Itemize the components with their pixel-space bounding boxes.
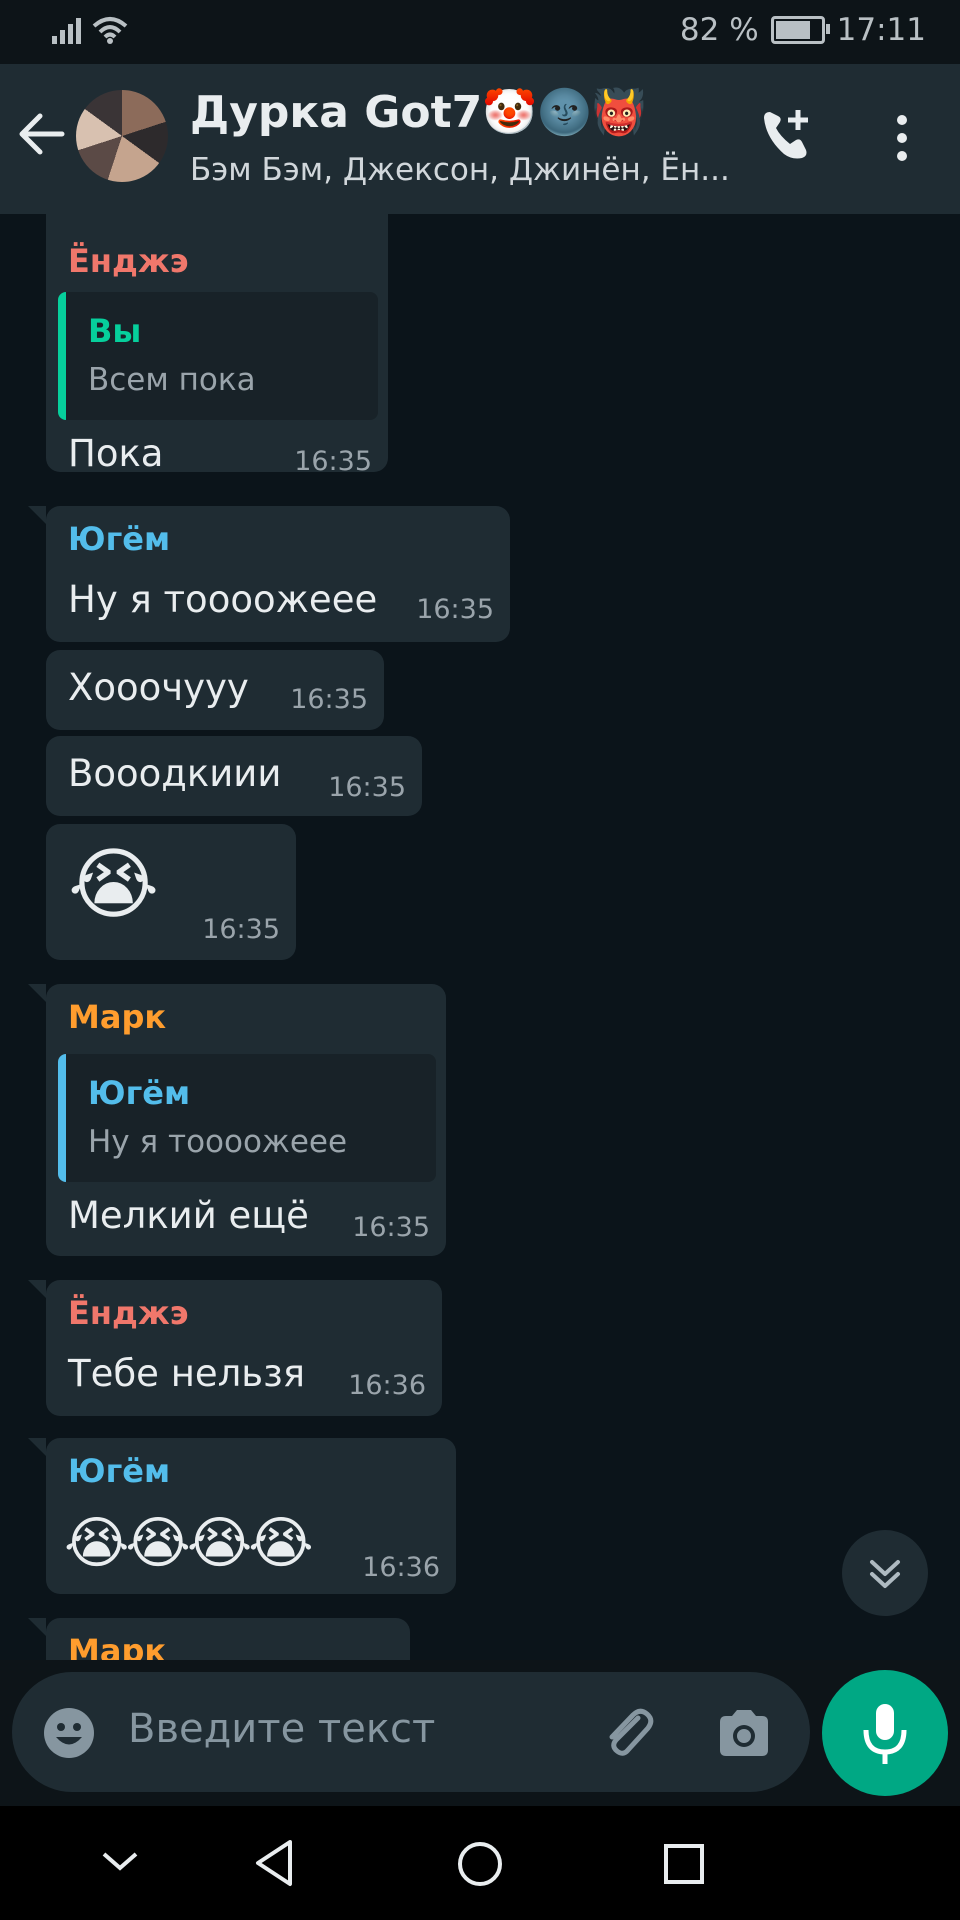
clock: 17:11 [836,12,926,48]
home-nav-icon[interactable] [456,1840,504,1892]
message-bubble[interactable]: Марк [28,1618,410,1660]
message-text: Мелкий ещё [68,1194,309,1237]
message-bubble[interactable]: Хооочууу 16:35 [46,650,384,730]
message-sender: Ёнджэ [68,1294,189,1332]
chat-title-emojis: 🤡🌚👹 [482,87,647,138]
scroll-to-bottom-button[interactable] [842,1530,928,1616]
message-emojis: 😭😭😭😭 [64,1511,314,1576]
message-sender: Марк [68,1632,167,1660]
message-list[interactable]: Ёнджэ Вы Всем пока Пока 16:35 Югём Ну я … [0,214,960,1660]
message-sender: Югём [68,520,171,558]
message-emoji: 😭 [68,840,160,930]
message-sender: Ёнджэ [68,242,189,280]
message-text: Ну я тоооожеее [68,578,378,621]
recents-nav-icon[interactable] [662,1842,706,1890]
quoted-sender: Югём [88,1074,191,1112]
add-call-icon[interactable] [758,104,818,168]
microphone-icon [863,1704,907,1764]
wifi-icon [92,16,128,48]
battery-percent: 82 % [679,12,759,48]
message-input[interactable]: Введите текст [128,1706,435,1752]
message-input-bar: Введите текст [12,1672,810,1792]
double-chevron-down-icon [870,1560,900,1588]
message-text: Хооочууу [68,666,249,709]
message-bubble[interactable]: Югём Ну я тоооожеее 16:35 [28,506,510,642]
status-left [52,16,128,48]
message-time: 16:35 [294,446,372,477]
quoted-message[interactable]: Вы Всем пока [58,292,378,420]
hide-keyboard-icon[interactable] [100,1846,140,1880]
message-sender: Югём [68,1452,171,1490]
group-avatar[interactable] [76,90,168,182]
message-time: 16:36 [362,1552,440,1583]
message-sender: Марк [68,998,167,1036]
quoted-text: Ну я тоооожеее [88,1124,348,1160]
message-bubble[interactable]: Вооодкиии 16:35 [46,736,422,816]
message-time: 16:35 [202,914,280,945]
attach-icon[interactable] [598,1704,656,1766]
message-bubble[interactable]: 😭 16:35 [46,824,296,960]
message-bubble[interactable]: Югём 😭😭😭😭 16:36 [28,1438,456,1594]
message-time: 16:35 [416,594,494,625]
camera-icon[interactable] [716,1708,772,1762]
chat-participants[interactable]: Бэм Бэм, Джексон, Джинён, Ён... [190,152,730,188]
quoted-text: Всем пока [88,362,256,398]
message-text: Вооодкиии [68,752,282,795]
message-time: 16:35 [328,772,406,803]
message-bubble[interactable]: Марк Югём Ну я тоооожеее Мелкий ещё 16:3… [28,984,446,1256]
message-bubble[interactable]: Ёнджэ Вы Всем пока Пока 16:35 [46,214,388,477]
quoted-sender: Вы [88,312,142,350]
status-bar: 82 % 17:11 [0,0,960,64]
chat-title-text: Дурка Got7 [190,87,483,138]
quoted-message[interactable]: Югём Ну я тоооожеее [58,1054,436,1182]
signal-icon [52,18,82,48]
voice-message-button[interactable] [822,1670,948,1796]
chat-header: Дурка Got7🤡🌚👹 Бэм Бэм, Джексон, Джинён, … [0,64,960,214]
emoji-icon[interactable] [42,1706,96,1764]
message-text: Тебе нельзя [68,1352,306,1395]
message-time: 16:36 [348,1370,426,1401]
system-navigation-bar [0,1806,960,1920]
message-bubble[interactable]: Ёнджэ Тебе нельзя 16:36 [28,1280,442,1416]
message-time: 16:35 [290,684,368,715]
battery-icon [770,16,830,44]
message-text: Пока [68,432,164,475]
battery-fill [775,21,811,39]
more-options-icon[interactable] [890,114,914,166]
chat-title[interactable]: Дурка Got7🤡🌚👹 [190,86,647,138]
message-time: 16:35 [352,1212,430,1243]
back-nav-icon[interactable] [252,1838,296,1892]
back-arrow-icon[interactable] [18,112,66,160]
